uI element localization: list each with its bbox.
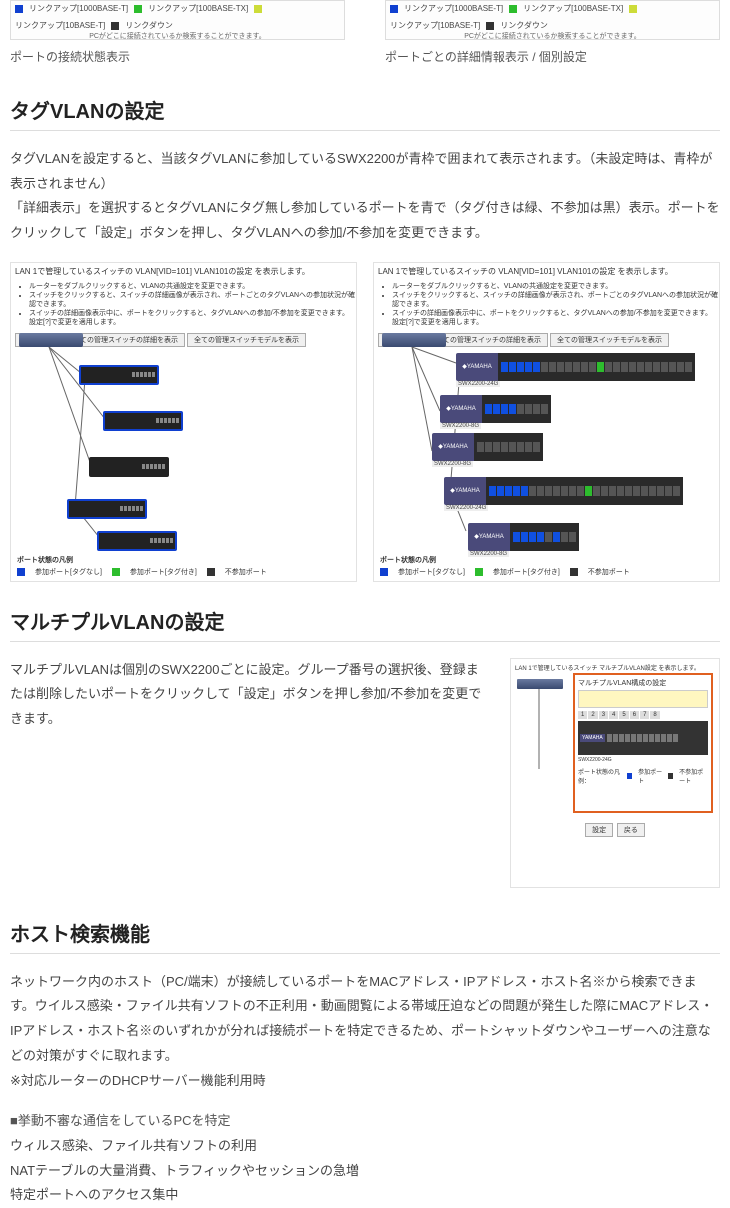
- multi-line: [517, 679, 577, 779]
- screenshot-tag-vlan-overview: LAN 1で管理しているスイッチの VLAN[VID=101] VLAN101の…: [10, 262, 357, 582]
- caption-text-right: ポートごとの詳細情報表示 / 個別設定: [385, 48, 720, 65]
- device-brand-label: ◆YAMAHA: [456, 353, 498, 381]
- multi-panel: マルチプルVLAN構成の設定 12345678 YAMAHA SWX2200-2…: [573, 673, 713, 813]
- device-model-label: SWX2200-8G: [440, 423, 481, 429]
- multi-foot-legend: ポート状態の凡例：参加ポート不参加ポート: [578, 767, 708, 785]
- legend-note-left: PCがどこに接続されているか検索することができます。: [15, 31, 340, 41]
- shot-l-header: LAN 1で管理しているスイッチの VLAN[VID=101] VLAN101の…: [11, 263, 356, 280]
- host-search-list: ■挙動不審な通信をしているPCを特定 ウィルス感染、ファイル共有ソフトの利用 N…: [10, 1109, 720, 1208]
- shot-r-diagram: ◆YAMAHASWX2200-24G◆YAMAHASWX2200-8G◆YAMA…: [382, 333, 711, 547]
- host-list-item: NATテーブルの大量消費、トラフィックやセッションの急増: [10, 1159, 720, 1184]
- shot-r-header: LAN 1で管理しているスイッチの VLAN[VID=101] VLAN101の…: [374, 263, 719, 280]
- heading-multi-vlan: マルチプルVLANの設定: [10, 606, 720, 642]
- shot-r-bullets: ルーターをダブルクリックすると、VLANの共通設定を変更できます。スイッチをクリ…: [392, 282, 719, 327]
- device-row: ◆YAMAHA: [440, 395, 551, 423]
- legend-note-right: PCがどこに接続されているか検索することができます。: [390, 31, 715, 41]
- multi-vlan-body: マルチプルVLANは個別のSWX2200ごとに設定。グループ番号の選択後、登録ま…: [10, 658, 490, 732]
- multi-shot-header: LAN 1で管理しているスイッチ マルチプルVLAN設定 を表示します。: [515, 663, 715, 672]
- multi-vlan-text: マルチプルVLANは個別のSWX2200ごとに設定。グループ番号の選択後、登録ま…: [10, 658, 490, 888]
- shot-l-legend: ポート状態の凡例 参加ポート[タグなし]参加ポート[タグ付き]不参加ポート: [17, 555, 350, 577]
- shot-r-legend: ポート状態の凡例 参加ポート[タグなし]参加ポート[タグ付き]不参加ポート: [380, 555, 713, 577]
- screenshot-multi-vlan: LAN 1で管理しているスイッチ マルチプルVLAN設定 を表示します。 マルチ…: [510, 658, 720, 888]
- device-model-label: SWX2200-8G: [432, 461, 473, 467]
- heading-tag-vlan: タグVLANの設定: [10, 95, 720, 131]
- device-ports: [486, 477, 683, 505]
- device-brand-label: ◆YAMAHA: [432, 433, 474, 461]
- multi-panel-device: YAMAHA: [578, 721, 708, 755]
- router-icon-r: [382, 333, 446, 347]
- legend-box-right: リンクアップ[1000BASE-T]リンクアップ[100BASE-TX]リンクア…: [385, 0, 720, 40]
- switch-1: [79, 365, 159, 385]
- shot-l-bullets: ルーターをダブルクリックすると、VLANの共通設定を変更できます。スイッチをクリ…: [29, 282, 356, 327]
- device-ports: [474, 433, 543, 461]
- shot-r-legend-title: ポート状態の凡例: [380, 555, 713, 565]
- multi-panel-tabs: 12345678: [578, 711, 708, 719]
- host-list-item: 特定ポートへのアクセス集中: [10, 1183, 720, 1208]
- shot-l-diagram: [19, 333, 348, 547]
- multi-btn-back[interactable]: 戻る: [617, 823, 645, 837]
- tag-vlan-screenshots: LAN 1で管理しているスイッチの VLAN[VID=101] VLAN101の…: [10, 262, 720, 582]
- device-brand-label: ◆YAMAHA: [468, 523, 510, 551]
- tag-vlan-body: タグVLANを設定すると、当該タグVLANに参加しているSWX2200が青枠で囲…: [10, 147, 720, 246]
- device-brand-label: ◆YAMAHA: [440, 395, 482, 423]
- device-brand: YAMAHA: [580, 734, 605, 742]
- multi-panel-title: マルチプルVLAN構成の設定: [578, 678, 708, 688]
- shot-l-legend-title: ポート状態の凡例: [17, 555, 350, 565]
- multi-panel-yellow-bar: [578, 690, 708, 708]
- multi-buttons: 設定 戻る: [511, 823, 719, 837]
- device-ports: [498, 353, 695, 381]
- device-model-label: SWX2200-24G: [444, 505, 488, 511]
- caption-right: リンクアップ[1000BASE-T]リンクアップ[100BASE-TX]リンクア…: [385, 0, 720, 65]
- device-ports: [510, 523, 579, 551]
- device-model: SWX2200-24G: [578, 757, 708, 763]
- caption-left: リンクアップ[1000BASE-T]リンクアップ[100BASE-TX]リンクア…: [10, 0, 345, 65]
- host-list-item: ウィルス感染、ファイル共有ソフトの利用: [10, 1134, 720, 1159]
- switch-2: [103, 411, 183, 431]
- multi-btn-set[interactable]: 設定: [585, 823, 613, 837]
- host-list-header: ■挙動不審な通信をしているPCを特定: [10, 1109, 720, 1134]
- top-caption-row: リンクアップ[1000BASE-T]リンクアップ[100BASE-TX]リンクア…: [10, 0, 720, 65]
- heading-host-search: ホスト検索機能: [10, 918, 720, 954]
- switch-4: [67, 499, 147, 519]
- switch-5: [97, 531, 177, 551]
- device-ports: [482, 395, 551, 423]
- switch-3: [89, 457, 169, 477]
- device-brand-label: ◆YAMAHA: [444, 477, 486, 505]
- device-row: ◆YAMAHA: [432, 433, 543, 461]
- caption-text-left: ポートの接続状態表示: [10, 48, 345, 65]
- legend-box-left: リンクアップ[1000BASE-T]リンクアップ[100BASE-TX]リンクア…: [10, 0, 345, 40]
- device-row: ◆YAMAHA: [444, 477, 683, 505]
- multi-vlan-row: マルチプルVLANは個別のSWX2200ごとに設定。グループ番号の選択後、登録ま…: [10, 658, 720, 888]
- device-row: ◆YAMAHA: [456, 353, 695, 381]
- router-icon: [19, 333, 83, 347]
- device-model-label: SWX2200-24G: [456, 381, 500, 387]
- device-row: ◆YAMAHA: [468, 523, 579, 551]
- screenshot-tag-vlan-detail: LAN 1で管理しているスイッチの VLAN[VID=101] VLAN101の…: [373, 262, 720, 582]
- host-search-body: ネットワーク内のホスト（PC/端末）が接続しているポートをMACアドレス・IPア…: [10, 970, 720, 1093]
